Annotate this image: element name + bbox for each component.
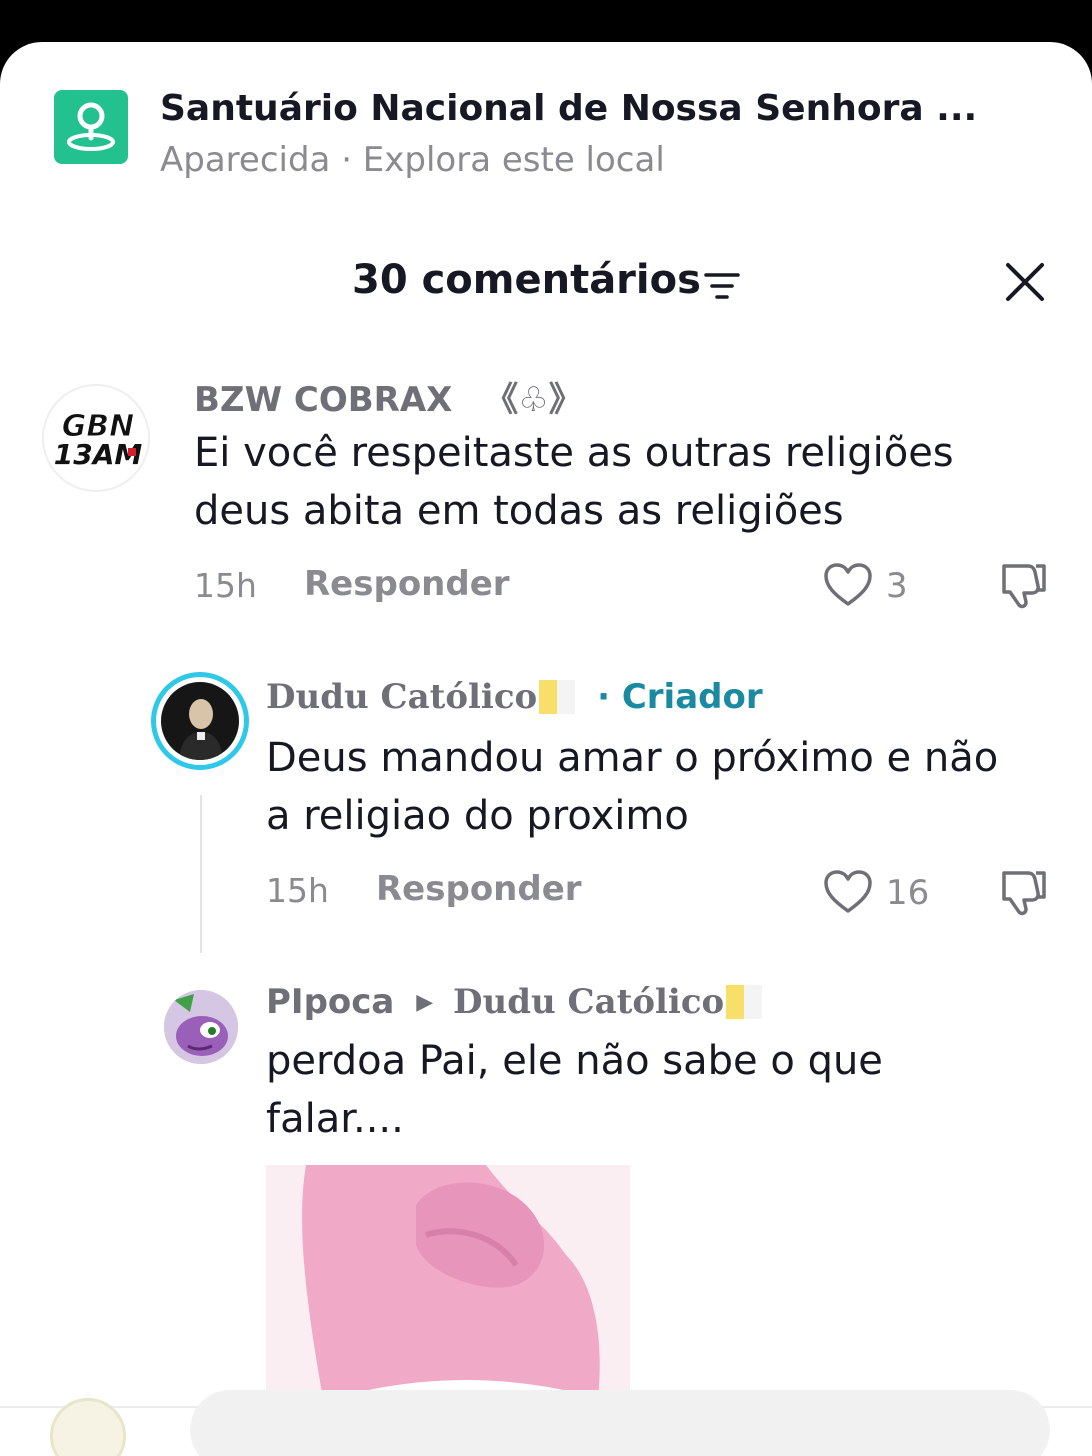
comment-sticker-image[interactable]	[266, 1165, 630, 1415]
thread-line	[200, 795, 202, 953]
avatar[interactable]	[151, 672, 249, 770]
comment-text: Deus mandou amar o próximo e não a relig…	[266, 729, 1066, 845]
location-pin-icon	[54, 90, 128, 164]
author-name: Dudu Católico	[266, 677, 538, 717]
dislike-icon[interactable]	[998, 558, 1050, 610]
comment-input[interactable]	[190, 1390, 1050, 1456]
vatican-flag-icon	[726, 985, 763, 1019]
comment-text: Ei você respeitaste as outras religiões …	[194, 424, 1054, 540]
comment-text: perdoa Pai, ele não sabe o que falar....	[266, 1032, 1066, 1148]
heart-icon[interactable]	[822, 869, 874, 915]
reply-arrow-icon: ▶	[416, 990, 434, 1015]
comment-item: PIpoca ▶ Dudu Católico perdoa Pai, ele n…	[0, 972, 1092, 1172]
author-badge: 《♧》	[484, 380, 583, 420]
avatar-photo	[161, 682, 239, 760]
author-name: PIpoca	[266, 982, 395, 1022]
avatar[interactable]: GBN 13AM	[42, 384, 150, 492]
comment-text-line: deus abita em todas as religiões	[194, 488, 844, 534]
vatican-flag-icon	[539, 680, 576, 714]
reply-button[interactable]: Responder	[376, 869, 582, 909]
comments-header: 30 comentários	[0, 247, 1092, 317]
dislike-icon[interactable]	[998, 865, 1050, 917]
reply-button[interactable]: Responder	[304, 564, 510, 604]
avatar[interactable]	[164, 990, 238, 1064]
comment-text-line: falar....	[266, 1096, 404, 1142]
comment-text-line: Deus mandou amar o próximo e não	[266, 735, 999, 781]
filter-icon[interactable]	[704, 271, 740, 301]
comment-text-line: Ei você respeitaste as outras religiões	[194, 430, 954, 476]
location-banner[interactable]: Santuário Nacional de Nossa Senhora ... …	[54, 88, 1054, 180]
heart-icon[interactable]	[822, 562, 874, 608]
comments-count-title: 30 comentários	[352, 257, 701, 303]
reply-to-name: Dudu Católico	[452, 982, 725, 1022]
comment-item: Dudu Católico · Criador Deus mandou amar…	[0, 667, 1092, 937]
comment-author[interactable]: Dudu Católico · Criador	[266, 677, 763, 717]
comment-item: GBN 13AM BZW COBRAX 《♧》 Ei você respeita…	[0, 362, 1092, 622]
location-title: Santuário Nacional de Nossa Senhora ...	[160, 88, 978, 129]
creator-tag: · Criador	[597, 677, 763, 717]
comment-author[interactable]: BZW COBRAX 《♧》	[194, 372, 583, 421]
comment-author[interactable]: PIpoca ▶ Dudu Católico	[266, 982, 763, 1022]
comment-time: 15h	[194, 566, 257, 605]
close-icon[interactable]	[1004, 261, 1046, 303]
author-name: BZW COBRAX	[194, 380, 453, 420]
comment-text-line: perdoa Pai, ele não sabe o que	[266, 1038, 883, 1084]
comment-text-line: a religiao do proximo	[266, 793, 689, 839]
like-count: 16	[886, 873, 930, 913]
like-count: 3	[886, 566, 908, 606]
location-subtitle: Aparecida · Explora este local	[160, 140, 665, 180]
comments-sheet: Santuário Nacional de Nossa Senhora ... …	[0, 42, 1092, 1456]
comment-time: 15h	[266, 871, 329, 910]
